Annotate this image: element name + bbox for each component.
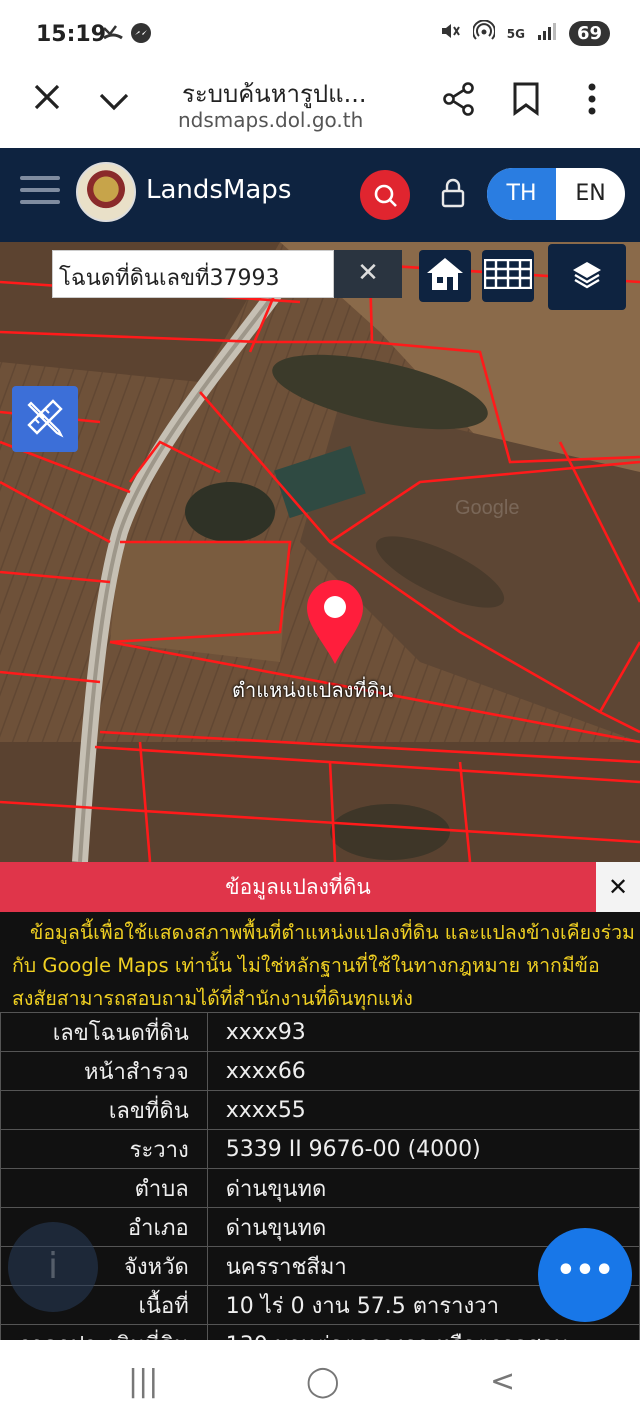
layers-icon [571,259,603,295]
battery-indicator: 69 [568,21,610,46]
mute-icon [439,20,461,47]
share-icon[interactable] [442,82,476,124]
pin-label: ตำแหน่งแปลงที่ดิน [232,678,394,702]
layers-button[interactable] [548,244,626,310]
table-row: อำเภอ ด่านขุนทด [0,1207,640,1247]
panel-title: ข้อมูลแปลงที่ดิน [0,862,596,912]
back-button[interactable]: < [490,1364,515,1399]
table-row: ตำบล ด่านขุนทด [0,1168,640,1208]
row-label: หน้าสำรวจ [0,1051,208,1091]
lang-th-button[interactable]: TH [487,168,556,220]
disclaimer-text: ข้อมูลนี้เพื่อใช้แสดงสภาพพื้นที่ตำแหน่งแ… [12,921,635,1010]
system-nav-bar: ||| ◯ < [0,1340,640,1421]
table-row: ระวาง 5339 II 9676-00 (4000) [0,1129,640,1169]
hotspot-icon [471,19,496,47]
table-row: เลขโฉนดที่ดิน xxxx93 [0,1012,640,1052]
app-header: LandsMaps TH EN [0,148,640,242]
signal-icon [537,21,557,46]
status-bar: 15:19 5G 69 [0,0,640,72]
messenger-icon [130,22,152,49]
table-row: ราคาประเมินที่ดิน130 บาทต่อตารางวา หรือต… [0,1324,640,1340]
missed-call-icon [102,22,124,47]
map-imagery: Google [0,242,640,862]
row-value: xxxx66 [206,1051,640,1091]
browser-toolbar: ระบบค้นหารูปแ... ndsmaps.dol.go.th [0,72,640,148]
status-right: 5G 69 [439,19,610,47]
row-value: ด่านขุนทด [206,1168,640,1208]
row-value: 130 บาทต่อตารางวา หรือตรวจสอบ [206,1324,640,1340]
measure-tool-button[interactable] [12,386,78,452]
grid-table-icon [483,258,533,293]
grid-table-button[interactable] [482,250,534,302]
language-toggle[interactable]: TH EN [487,168,625,220]
recents-button[interactable]: ||| [128,1364,158,1399]
department-logo [76,162,136,222]
more-vert-icon[interactable] [586,82,598,124]
status-time: 15:19 [36,22,107,47]
row-value: xxxx55 [206,1090,640,1130]
panel-close-button[interactable]: ✕ [596,862,640,912]
row-value: xxxx93 [206,1012,640,1052]
google-watermark: Google [455,497,520,519]
page-url[interactable]: ndsmaps.dol.go.th [178,108,363,132]
home-button[interactable] [419,250,471,302]
search-input[interactable]: โฉนดที่ดินเลขที่37993 [52,250,334,298]
more-options-fab[interactable]: ••• [538,1228,632,1322]
row-label: ตำบล [0,1168,208,1208]
row-label: เลขโฉนดที่ดิน [0,1012,208,1052]
row-value: 5339 II 9676-00 (4000) [206,1129,640,1169]
row-label: ราคาประเมินที่ดิน [0,1324,208,1340]
5g-icon: 5G [506,26,525,41]
table-row: เลขที่ดิน xxxx55 [0,1090,640,1130]
search-button[interactable] [360,170,410,220]
lock-icon[interactable] [440,178,466,208]
chevron-down-icon[interactable] [98,86,130,121]
close-icon[interactable] [32,82,62,120]
ruler-pencil-icon [23,395,67,443]
clear-search-button[interactable]: ✕ [334,250,402,298]
brand-name: LandsMaps [146,175,292,205]
home-icon [425,255,465,297]
row-label: ระวาง [0,1129,208,1169]
home-nav-button[interactable]: ◯ [306,1364,340,1399]
lang-en-button[interactable]: EN [556,168,625,220]
satellite-map[interactable]: Google โฉนดที่ดินเลขที่37993 ✕ ตำแหน่งแป… [0,242,640,862]
table-row: หน้าสำรวจ xxxx66 [0,1051,640,1091]
row-label: เลขที่ดิน [0,1090,208,1130]
bookmark-icon[interactable] [512,82,540,124]
hamburger-menu-icon[interactable] [20,176,60,212]
info-fab[interactable]: i [8,1222,98,1312]
